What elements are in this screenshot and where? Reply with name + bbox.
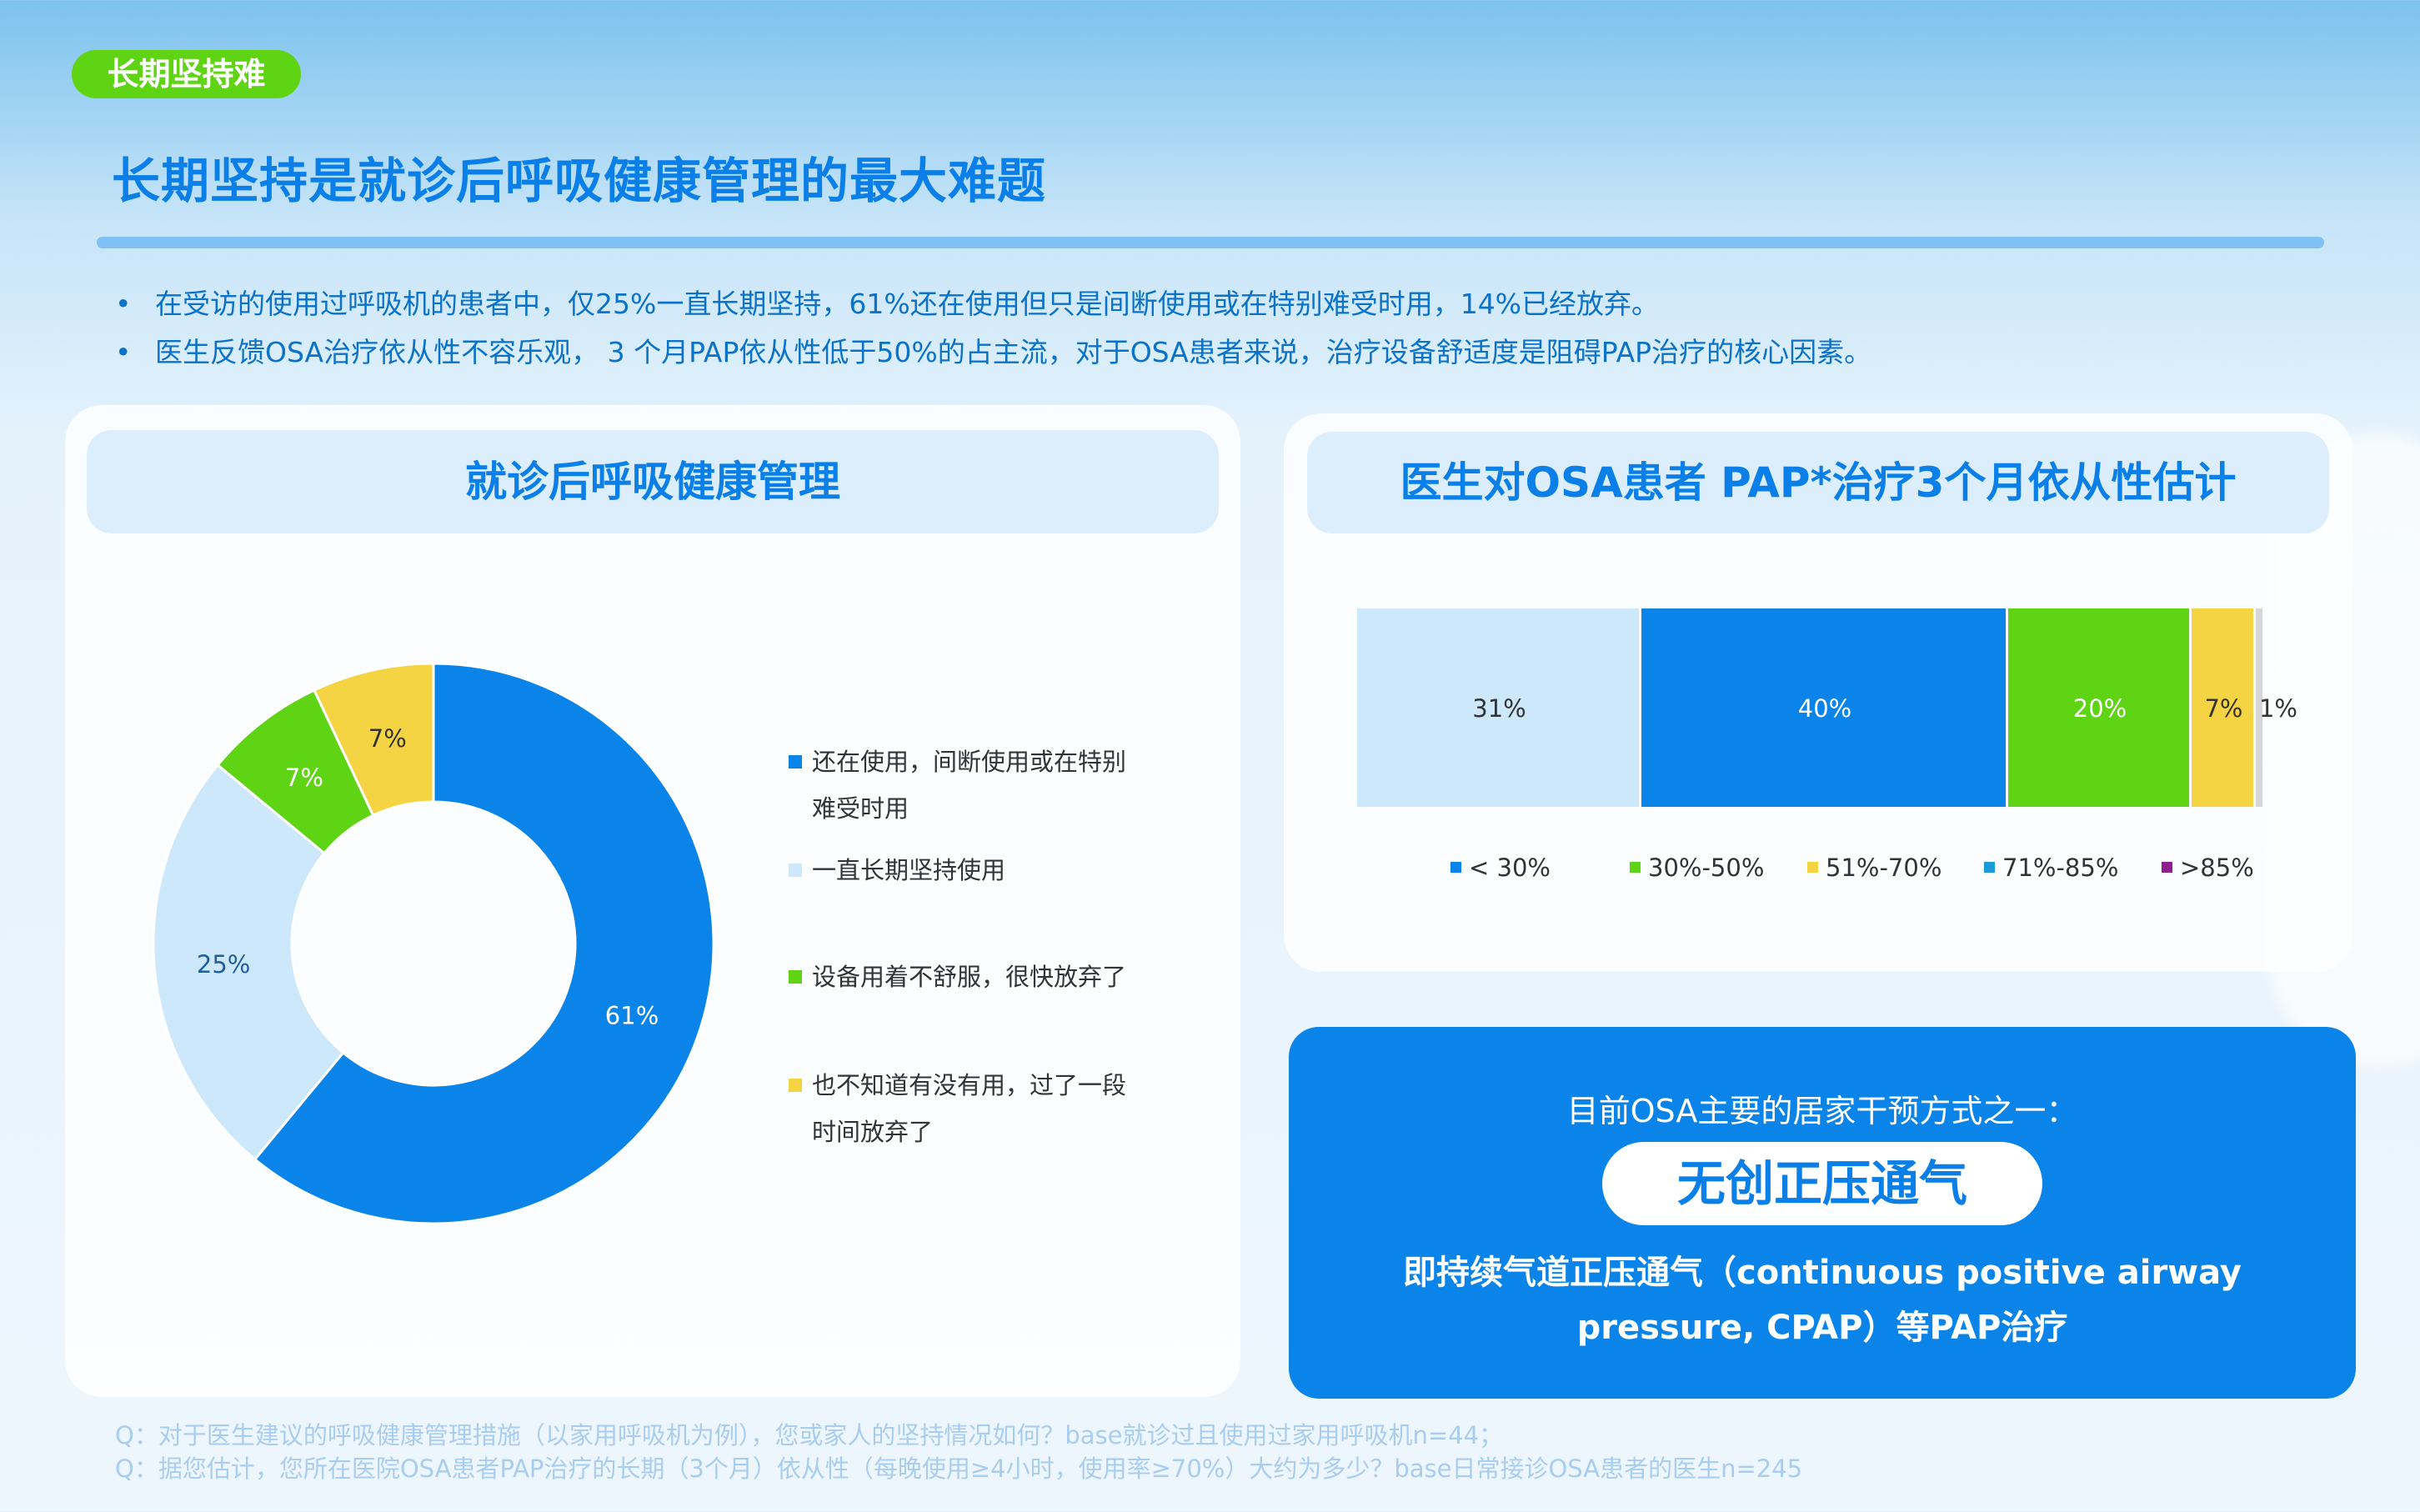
bar-legend-swatch [1807, 862, 1818, 873]
page-title: 长期坚持是就诊后呼吸健康管理的最大难题 [112, 153, 1047, 209]
donut-legend-item: 设备用着不舒服，很快放弃了 [789, 954, 1162, 1000]
donut-chart: 61% 25% 7% 7% [152, 662, 715, 1225]
bullet-list: • 在受访的使用过呼吸机的患者中，仅25%一直长期坚持，61%还在使用但只是间断… [115, 280, 2316, 377]
bar-legend-swatch [2162, 862, 2172, 873]
bullet-text: 医生反馈OSA治疗依从性不容乐观， 3 个月PAP依从性低于50%的占主流，对于… [155, 336, 1872, 368]
donut-legend-item: 也不知道有没有用，过了一段 时间放弃了 [789, 1062, 1162, 1155]
donut-legend-item: 一直长期坚持使用 [789, 847, 1162, 894]
bar-legend-swatch [1630, 862, 1641, 873]
bullet-mark: • [115, 288, 132, 320]
title-underline [97, 237, 2324, 248]
bar-legend-label: 30%-50% [1648, 854, 1764, 882]
section-tag: 长期坚持难 [72, 50, 301, 98]
bar-segment-label: 40% [1798, 694, 1851, 723]
stacked-bar-chart: 31% 40% 20% 7% 1% < 30% 30%-50% 51%-70% 71%-85% >… [1357, 608, 2297, 882]
bar-legend-label: < 30% [1469, 854, 1551, 882]
legend-swatch [789, 970, 802, 984]
legend-label: 还在使用，间断使用或在特别 难受时用 [812, 748, 1127, 823]
legend-swatch [789, 1079, 802, 1092]
bar-legend-label: 51%-70% [1826, 854, 1942, 882]
bar-legend-swatch [1984, 862, 1995, 873]
bullet-text: 在受访的使用过呼吸机的患者中，仅25%一直长期坚持，61%还在使用但只是间断使用… [155, 288, 1660, 320]
left-panel: 就诊后呼吸健康管理 61% 25% 7% 7% 还在使用，间断使用或在特别 难受时用 一直… [65, 405, 1240, 1397]
source-note: Q：据您估计，您所在医院OSA患者PAP治疗的长期（3个月）依从性（每晚使用≥4… [115, 1454, 1803, 1483]
bullet-item: • 在受访的使用过呼吸机的患者中，仅25%一直长期坚持，61%还在使用但只是间断… [115, 280, 2316, 328]
legend-swatch [789, 755, 802, 769]
bar-segment-label: 7% [2204, 694, 2242, 723]
bar-legend-swatch [1450, 862, 1461, 873]
donut-slice-label: 61% [605, 1002, 659, 1030]
bar-legend-label: 71%-85% [2002, 854, 2118, 882]
callout-highlight: 无创正压通气 [1602, 1142, 2042, 1225]
bar-segment-label: 20% [2073, 694, 2127, 723]
legend-label: 设备用着不舒服，很快放弃了 [812, 963, 1127, 991]
bullet-mark: • [115, 336, 132, 368]
bullet-item: • 医生反馈OSA治疗依从性不容乐观， 3 个月PAP依从性低于50%的占主流，… [115, 328, 2316, 377]
bar-segment-label: 31% [1472, 694, 1526, 723]
bar-legend-label: >85% [2180, 854, 2254, 882]
callout-box: 目前OSA主要的居家干预方式之一： 无创正压通气 即持续气道正压通气（conti… [1289, 1027, 2356, 1399]
donut-legend-item: 还在使用，间断使用或在特别 难受时用 [789, 738, 1162, 832]
donut-slice-label: 25% [197, 950, 250, 979]
donut-slice-label: 7% [285, 764, 323, 792]
source-notes: Q：对于医生建议的呼吸健康管理措施（以家用呼吸机为例），您或家人的坚持情况如何？… [115, 1419, 1802, 1485]
legend-label: 也不知道有没有用，过了一段 时间放弃了 [812, 1071, 1127, 1146]
source-note: Q：对于医生建议的呼吸健康管理措施（以家用呼吸机为例），您或家人的坚持情况如何？… [115, 1421, 1504, 1449]
callout-line3: 即持续气道正压通气（continuous positive airway pre… [1403, 1254, 2242, 1347]
legend-label: 一直长期坚持使用 [812, 856, 1006, 884]
bar-segment-label: 1% [2259, 694, 2297, 723]
legend-swatch [789, 864, 802, 877]
right-panel: 医生对OSA患者 PAP*治疗3个月依从性估计 31% 40% 20% 7% 1% < 3… [1284, 413, 2352, 972]
donut-slice-label: 7% [368, 724, 407, 753]
callout-line1: 目前OSA主要的居家干预方式之一： [1566, 1093, 2078, 1129]
